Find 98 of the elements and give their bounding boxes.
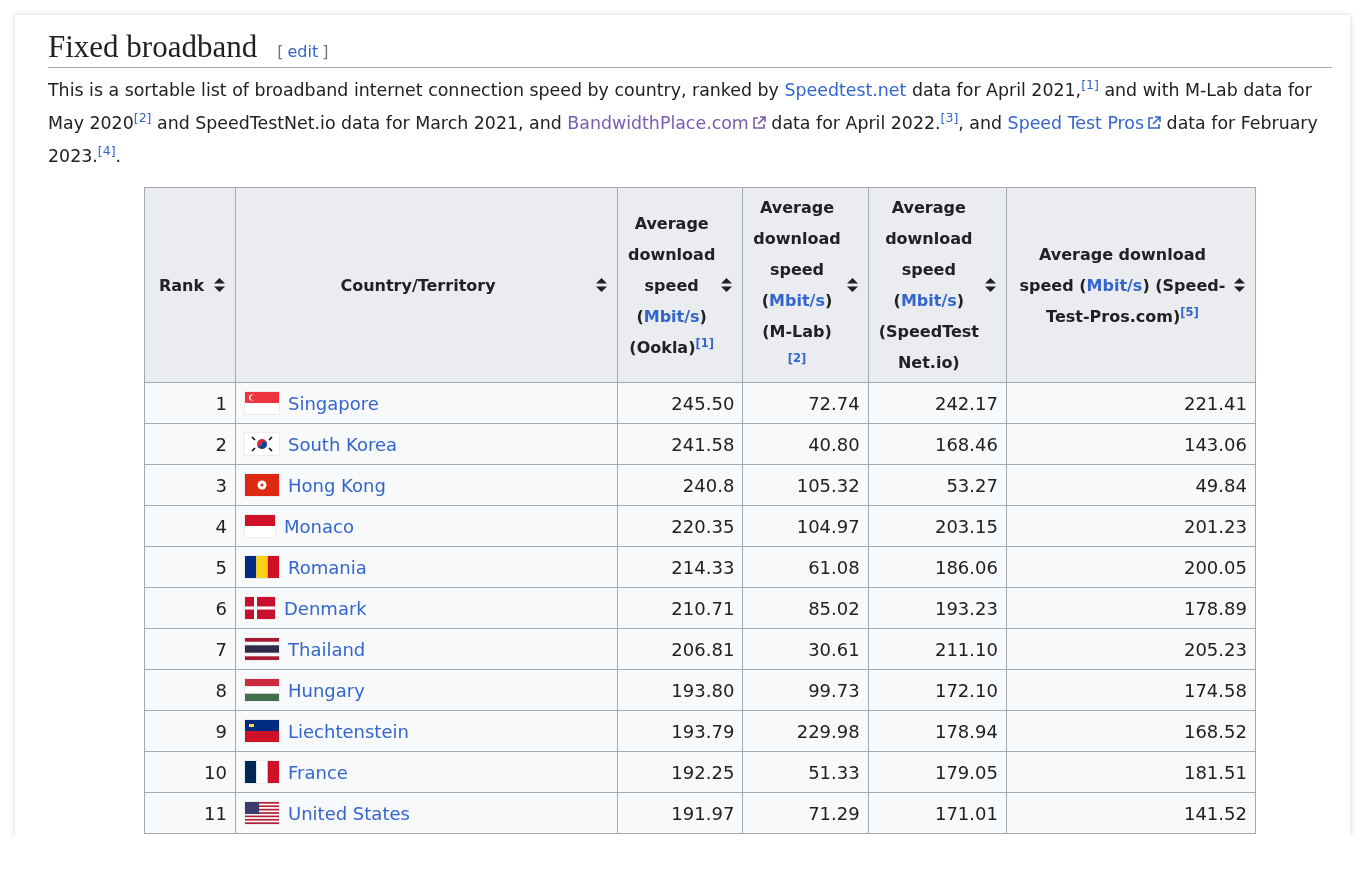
table-cell: 53.27: [868, 464, 1007, 506]
intro-paragraph: This is a sortable list of broadband internet connection speed by country, ranked by Speedtest.net data for April 2021,$^{[1]}$ and with M-Lab data for May 2020$^{[2]}$ and SpeedTestNet.io data for March 2021, and BandwidthPlace.com data for April 2022.$^{[3]}$, and Speed Test Pros data for February 2023.$^{[4]}$.: [48, 76, 1319, 168]
table-cell: 229.98: [742, 710, 869, 752]
reference-link[interactable]: [1]: [695, 335, 714, 350]
column-header[interactable]: Average download speed (Mbit/s) (Ookla)$^{[1]}$: [617, 187, 743, 383]
external-link[interactable]: BandwidthPlace.com: [567, 113, 766, 133]
table-cell: 242.17: [868, 382, 1007, 424]
table-cell: 192.25: [617, 751, 743, 793]
table-cell: 206.81: [617, 628, 743, 670]
country-link[interactable]: Thailand: [288, 638, 366, 660]
table-cell: 49.84: [1006, 464, 1256, 506]
table-cell: 220.35: [617, 505, 743, 547]
sort-icon[interactable]: [984, 278, 996, 292]
table-cell: 214.33: [617, 546, 743, 588]
table-cell: 168.52: [1006, 710, 1256, 752]
table-cell: 178.89: [1006, 587, 1256, 629]
table-cell: 193.23: [868, 587, 1007, 629]
table-cell: 104.97: [742, 505, 869, 547]
link[interactable]: Mbit/s: [643, 306, 700, 326]
country-link[interactable]: Romania: [288, 556, 367, 578]
table-cell: 193.79: [617, 710, 743, 752]
table-cell: 201.23: [1006, 505, 1256, 547]
sort-icon[interactable]: [596, 278, 607, 292]
table-cell: 174.58: [1006, 669, 1256, 711]
country-link[interactable]: South Korea: [288, 433, 398, 455]
country-link[interactable]: Hong Kong: [288, 474, 386, 496]
sort-icon[interactable]: [1233, 278, 1245, 292]
rank-cell: 4: [144, 505, 236, 547]
table-cell: 203.15: [868, 505, 1007, 547]
table-cell: 141.52: [1006, 792, 1256, 834]
reference-link[interactable]: [5]: [1180, 304, 1199, 319]
link[interactable]: Speedtest.net: [784, 80, 907, 100]
table-cell: 61.08: [742, 546, 869, 588]
sort-icon[interactable]: [214, 278, 225, 292]
table-cell: 85.02: [742, 587, 869, 629]
link[interactable]: Mbit/s: [1086, 275, 1143, 295]
section-title: Fixed broadband: [48, 29, 258, 65]
reference-link[interactable]: [1]: [1081, 77, 1099, 93]
table-cell: 168.46: [868, 423, 1007, 465]
rank-cell: 1: [144, 382, 236, 424]
table-cell: 30.61: [742, 628, 869, 670]
column-header[interactable]: Average download speed (Mbit/s) (SpeedTest Net.io): [868, 187, 1007, 383]
bracket: ]: [322, 42, 329, 61]
country-link[interactable]: Denmark: [284, 597, 367, 619]
table-cell: 221.41: [1006, 382, 1256, 424]
country-link[interactable]: France: [288, 761, 348, 783]
external-link-icon: [751, 116, 766, 130]
table-cell: 181.51: [1006, 751, 1256, 793]
table-cell: 40.80: [742, 423, 869, 465]
table-cell: 186.06: [868, 546, 1007, 588]
sort-icon[interactable]: [846, 278, 858, 292]
link[interactable]: Mbit/s: [900, 291, 957, 310]
sort-icon[interactable]: [721, 278, 733, 292]
edit-link[interactable]: edit: [287, 42, 319, 61]
reference-link[interactable]: [2]: [133, 110, 152, 126]
rank-cell: 5: [144, 546, 236, 588]
rank-cell: 2: [144, 423, 236, 465]
table-cell: 143.06: [1006, 423, 1256, 465]
external-link-icon: [1147, 116, 1162, 130]
link[interactable]: Mbit/s: [769, 291, 825, 310]
table-cell: 200.05: [1006, 546, 1256, 588]
rank-cell: 7: [144, 628, 236, 670]
reference-link[interactable]: [3]: [940, 110, 959, 126]
rank-cell: 3: [144, 464, 236, 506]
country-link[interactable]: United States: [288, 802, 410, 824]
bracket: [: [277, 42, 284, 61]
table-cell: 171.01: [868, 792, 1007, 834]
country-link[interactable]: Liechtenstein: [288, 720, 409, 742]
rank-cell: 9: [144, 710, 236, 752]
table-cell: 211.10: [868, 628, 1007, 670]
rank-cell: 8: [144, 669, 236, 711]
rank-cell: 11: [144, 792, 236, 834]
table-cell: 99.73: [742, 669, 869, 711]
table-cell: 240.8: [617, 464, 743, 506]
column-header[interactable]: Rank: [144, 187, 236, 383]
table-cell: 179.05: [868, 751, 1007, 793]
table-cell: 241.58: [617, 423, 743, 465]
reference-link[interactable]: [2]: [787, 350, 807, 365]
country-link[interactable]: Monaco: [284, 515, 354, 537]
column-header[interactable]: Country/Territory: [235, 187, 618, 383]
table-cell: 71.29: [742, 792, 869, 834]
rank-cell: 10: [144, 751, 236, 793]
table-cell: 191.97: [617, 792, 743, 834]
table-cell: 205.23: [1006, 628, 1256, 670]
table-cell: 172.10: [868, 669, 1007, 711]
table-cell: 178.94: [868, 710, 1007, 752]
column-header[interactable]: Average download speed (Mbit/s) (Speed-Test-Pros.com)$^{[5]}$: [1006, 187, 1256, 383]
table-cell: 245.50: [617, 382, 743, 424]
table-cell: 105.32: [742, 464, 869, 506]
table-cell: 72.74: [742, 382, 869, 424]
table-cell: 51.33: [742, 751, 869, 793]
table-cell: 210.71: [617, 587, 743, 629]
table-cell: 193.80: [617, 669, 743, 711]
reference-link[interactable]: [4]: [97, 143, 116, 159]
country-link[interactable]: Hungary: [288, 679, 365, 701]
rank-cell: 6: [144, 587, 236, 629]
external-link[interactable]: Speed Test Pros: [1007, 113, 1162, 133]
country-link[interactable]: Singapore: [288, 392, 379, 414]
